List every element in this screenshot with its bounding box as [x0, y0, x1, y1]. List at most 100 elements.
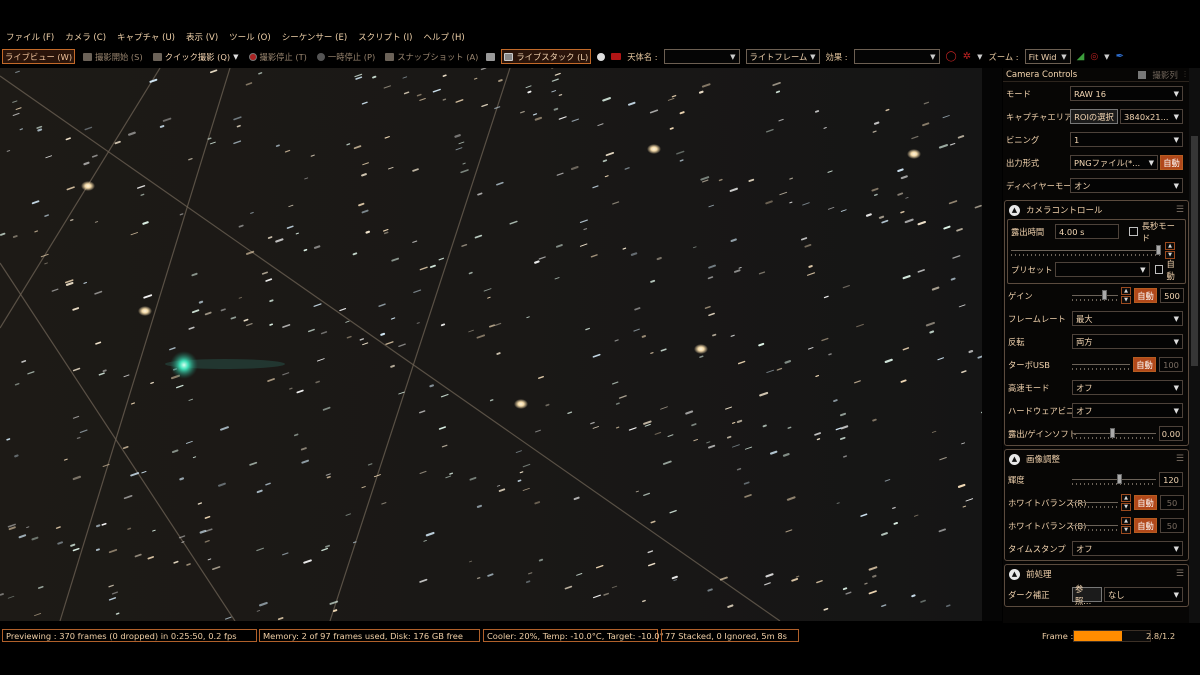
- object-name-select[interactable]: ▼: [663, 49, 740, 64]
- pin-icon[interactable]: ✒: [1116, 51, 1124, 62]
- snapshot-button[interactable]: スナップショット (A): [383, 49, 480, 64]
- pin-icon[interactable]: ⫶: [1184, 70, 1186, 80]
- zoom-select[interactable]: Fit Wid ▼: [1024, 49, 1071, 64]
- gain-spinner[interactable]: ▲ ▼: [1121, 287, 1131, 304]
- frame-type-select[interactable]: ライトフレーム ▼: [745, 49, 820, 64]
- frame-icon[interactable]: [486, 52, 496, 61]
- brightness-value-box[interactable]: 120: [1159, 472, 1183, 487]
- red-camera-icon[interactable]: [611, 53, 622, 60]
- preview-scroll-strip: [982, 68, 1002, 621]
- binning-select[interactable]: 1 ▼: [1070, 132, 1183, 147]
- chevron-down-icon[interactable]: ▼: [1104, 53, 1109, 61]
- chevron-down-icon[interactable]: ▼: [977, 53, 982, 61]
- gain-value-box[interactable]: 500: [1160, 288, 1184, 303]
- debayer-select[interactable]: オン ▼: [1070, 178, 1183, 193]
- panel-scrollbar[interactable]: [1189, 68, 1200, 623]
- long-exposure-checkbox[interactable]: [1128, 227, 1138, 236]
- wb-b-slider[interactable]: [1072, 518, 1118, 533]
- exposure-input[interactable]: 4.00 s: [1055, 224, 1119, 239]
- menu-icon[interactable]: ☰: [1176, 454, 1184, 464]
- exp-gain-soft-value: 0.00: [1161, 428, 1181, 439]
- menu-tools[interactable]: ツール (O): [229, 31, 271, 43]
- preset-select[interactable]: ▼: [1055, 262, 1150, 277]
- menu-script[interactable]: スクリプト (I): [358, 31, 412, 43]
- wb-r-auto-button[interactable]: 自動: [1134, 495, 1157, 510]
- pause-button[interactable]: 一時停止 (P): [315, 49, 377, 64]
- wb-r-auto-label: 自動: [1137, 497, 1154, 508]
- chevron-up-icon[interactable]: ▲: [1009, 453, 1020, 465]
- dark-correction-select[interactable]: なし ▼: [1104, 587, 1183, 602]
- menu-view[interactable]: 表示 (V): [186, 31, 218, 43]
- wb-r-slider[interactable]: [1072, 495, 1118, 510]
- target-icon[interactable]: ◯: [946, 51, 957, 62]
- wb-r-spinner[interactable]: ▲ ▼: [1121, 494, 1131, 511]
- menu-sequencer[interactable]: シーケンサー (E): [282, 31, 347, 43]
- wb-b-spinner[interactable]: ▲ ▼: [1121, 517, 1131, 534]
- exposure-spinner[interactable]: ▲ ▼: [1165, 242, 1175, 259]
- flip-select[interactable]: 両方 ▼: [1072, 334, 1183, 349]
- live-view-button[interactable]: ライブビュー (W): [2, 49, 76, 64]
- image-adjust-header[interactable]: ▲ 画像調整 ☰: [1005, 450, 1188, 468]
- record-dot-icon[interactable]: [597, 52, 606, 61]
- live-preview-image[interactable]: [0, 68, 982, 621]
- flip-label: 反転: [1008, 336, 1025, 347]
- menu-file[interactable]: ファイル (F): [6, 31, 54, 43]
- live-stack-button[interactable]: ライブスタック (L): [501, 49, 592, 64]
- hw-binning-select[interactable]: オフ ▼: [1072, 403, 1183, 418]
- quick-capture-button[interactable]: クイック撮影 (Q) ▼: [151, 49, 241, 64]
- output-auto-button[interactable]: 自動: [1160, 155, 1183, 170]
- pause-label: 一時停止 (P): [327, 51, 376, 62]
- reticle-icon[interactable]: ◎: [1090, 52, 1098, 62]
- mode-select[interactable]: RAW 16 ▼: [1070, 86, 1183, 101]
- brightness-slider[interactable]: [1072, 472, 1156, 487]
- exposure-slider[interactable]: [1011, 243, 1161, 258]
- wb-r-label: ホワイトバランス(R): [1008, 497, 1087, 508]
- menu-icon[interactable]: ☰: [1176, 569, 1184, 579]
- preset-auto-checkbox[interactable]: [1154, 265, 1164, 274]
- effect-select[interactable]: ▼: [853, 49, 940, 64]
- turbo-usb-value-box[interactable]: 100: [1159, 357, 1183, 372]
- menu-icon[interactable]: ☰: [1176, 205, 1184, 215]
- browse-button[interactable]: 参照...: [1072, 584, 1102, 606]
- star: [416, 322, 420, 324]
- star: [545, 403, 550, 407]
- output-format-select[interactable]: PNGファイル(*... ▼: [1070, 155, 1158, 170]
- panel-scroll-thumb[interactable]: [1191, 136, 1198, 366]
- cooler-status-text: Cooler: 20%, Temp: -10.0°C, Target: -10.…: [487, 630, 664, 641]
- wb-b-value-box[interactable]: 50: [1160, 518, 1184, 533]
- exp-gain-soft-value-box[interactable]: 0.00: [1159, 426, 1183, 441]
- roi-select-button[interactable]: ROIの選択: [1070, 109, 1118, 124]
- histogram-icon[interactable]: ◢: [1077, 51, 1085, 62]
- preprocess-header[interactable]: ▲ 前処理 ☰: [1005, 565, 1188, 583]
- wb-b-auto-button[interactable]: 自動: [1134, 518, 1157, 533]
- star: [630, 252, 638, 256]
- menu-capture[interactable]: キャプチャ (U): [117, 31, 175, 43]
- gain-auto-button[interactable]: 自動: [1134, 288, 1157, 303]
- star: [303, 248, 308, 252]
- crosshair-icon[interactable]: ✲: [963, 51, 971, 62]
- chevron-up-icon[interactable]: ▲: [1009, 204, 1020, 216]
- wb-r-value-box[interactable]: 50: [1160, 495, 1184, 510]
- stop-capture-button[interactable]: 撮影停止 (T): [247, 49, 309, 64]
- bright-star: [647, 144, 661, 154]
- star: [707, 588, 713, 592]
- chevron-up-icon[interactable]: ▲: [1009, 568, 1020, 580]
- menu-help[interactable]: ヘルプ (H): [423, 31, 464, 43]
- menu-camera[interactable]: カメラ (C): [65, 31, 106, 43]
- turbo-usb-slider[interactable]: [1072, 357, 1130, 372]
- camera-control-header[interactable]: ▲ カメラコントロール ☰: [1005, 201, 1188, 219]
- star: [823, 607, 829, 611]
- star: [372, 75, 377, 79]
- highspeed-select[interactable]: オフ ▼: [1072, 380, 1183, 395]
- start-capture-button[interactable]: 撮影開始 (S): [81, 49, 145, 64]
- mode-label: モード: [1006, 88, 1031, 99]
- star: [929, 330, 935, 334]
- panel-toggle-checkbox[interactable]: [1138, 70, 1147, 79]
- resolution-select[interactable]: 3840x21... ▼: [1120, 109, 1183, 124]
- framerate-select[interactable]: 最大 ▼: [1072, 311, 1183, 326]
- gain-slider[interactable]: [1072, 288, 1118, 303]
- star: [140, 193, 145, 196]
- timestamp-select[interactable]: オフ ▼: [1072, 541, 1183, 556]
- exp-gain-soft-slider[interactable]: [1072, 426, 1156, 441]
- turbo-auto-button[interactable]: 自動: [1133, 357, 1156, 372]
